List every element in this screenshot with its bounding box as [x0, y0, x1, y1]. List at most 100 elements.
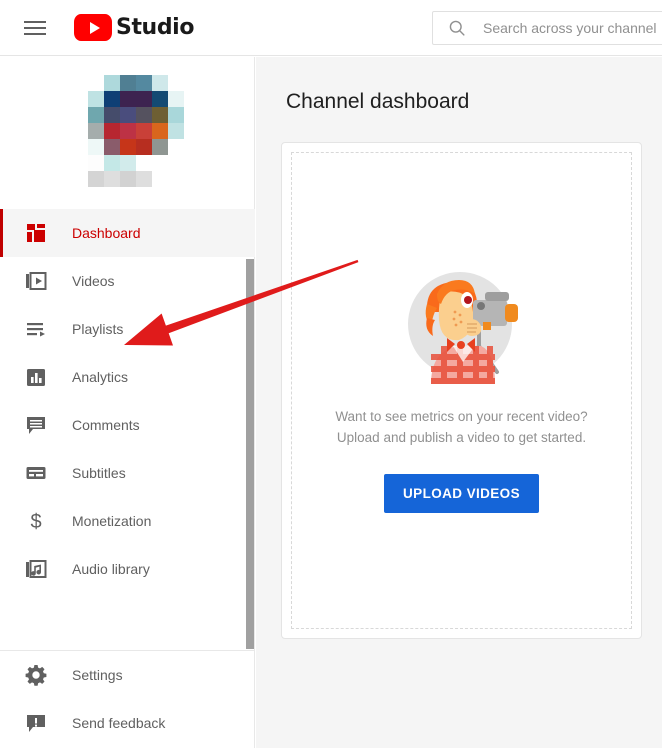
avatar-pixel: [103, 139, 120, 155]
sidebar-item-analytics[interactable]: Analytics: [0, 353, 255, 401]
avatar-pixel: [151, 75, 168, 91]
avatar-pixel: [151, 139, 168, 155]
avatar-pixel: [135, 171, 152, 187]
avatar-pixel: [135, 91, 152, 107]
subtitles-cc-icon: [24, 461, 48, 485]
sidebar-item-comments[interactable]: Comments: [0, 401, 255, 449]
avatar-pixel: [119, 91, 136, 107]
youtube-studio-window: Studio Search across your channel Dashbo…: [0, 0, 662, 748]
svg-text:$: $: [30, 511, 41, 533]
avatar-pixel: [71, 107, 88, 123]
studio-brand-link[interactable]: Studio: [74, 14, 194, 41]
search-placeholder-text: Search across your channel: [483, 20, 657, 36]
hamburger-line: [24, 32, 46, 35]
avatar-pixel: [167, 75, 184, 91]
avatar-pixel: [119, 75, 136, 91]
sidebar-scroll-region: Dashboard Videos Playlists Analytics Com…: [0, 57, 255, 650]
avatar-pixel: [87, 75, 104, 91]
avatar-pixel: [135, 75, 152, 91]
avatar-pixel: [119, 123, 136, 139]
avatar-container: [0, 57, 255, 187]
main-content: Channel dashboard Want to see metrics on…: [256, 57, 662, 748]
avatar-pixel: [151, 155, 168, 171]
sidebar-scrollbar-thumb[interactable]: [246, 259, 254, 649]
sidebar-scrollbar[interactable]: [246, 57, 254, 650]
sidebar-item-label: Analytics: [72, 369, 129, 385]
avatar-pixel: [151, 123, 168, 139]
sidebar-item-audio-library[interactable]: Audio library: [0, 545, 255, 593]
card-dashed-area: Want to see metrics on your recent video…: [291, 152, 632, 629]
avatar-pixel: [87, 107, 104, 123]
sidebar-item-playlists[interactable]: Playlists: [0, 305, 255, 353]
avatar-pixel: [103, 91, 120, 107]
sidebar-item-label: Videos: [72, 273, 115, 289]
avatar-pixel: [103, 123, 120, 139]
avatar-pixel: [71, 123, 88, 139]
sidebar-item-label: Audio library: [72, 561, 150, 577]
analytics-bars-icon: [24, 365, 48, 389]
upload-videos-button[interactable]: UPLOAD VIDEOS: [384, 474, 539, 513]
avatar-pixel: [167, 171, 184, 187]
avatar-pixel: [167, 91, 184, 107]
avatar-pixel: [151, 107, 168, 123]
avatar-pixel: [167, 139, 184, 155]
avatar-pixel: [135, 139, 152, 155]
page-title: Channel dashboard: [286, 90, 470, 113]
comments-bubble-icon: [24, 413, 48, 437]
avatar-pixel: [119, 139, 136, 155]
sidebar-item-label: Comments: [72, 417, 140, 433]
empty-state-line-1: Want to see metrics on your recent video…: [335, 409, 588, 424]
sidebar-bottom-list: Settings Send feedback: [0, 651, 255, 747]
gear-icon: [24, 663, 48, 687]
avatar-pixel: [87, 155, 104, 171]
avatar[interactable]: [71, 75, 184, 187]
play-triangle: [89, 21, 100, 34]
feedback-exclamation-icon: [24, 711, 48, 735]
avatar-pixel: [87, 139, 104, 155]
sidebar-item-videos[interactable]: Videos: [0, 257, 255, 305]
search-input[interactable]: Search across your channel: [432, 11, 662, 45]
dashboard-empty-card: Want to see metrics on your recent video…: [281, 142, 642, 639]
playlist-lines-icon: [24, 317, 48, 341]
dashboard-grid-icon: [24, 221, 48, 245]
avatar-pixel: [103, 171, 120, 187]
youtube-play-logo-icon: [74, 14, 112, 41]
sidebar-item-label: Monetization: [72, 513, 152, 529]
empty-state-line-2: Upload and publish a video to get starte…: [336, 430, 587, 445]
avatar-pixel: [151, 171, 168, 187]
hamburger-line: [24, 26, 46, 29]
avatar-pixel: [87, 91, 104, 107]
sidebar-item-monetization[interactable]: $ Monetization: [0, 497, 255, 545]
dollar-sign-icon: $: [24, 509, 48, 533]
avatar-pixel: [119, 107, 136, 123]
avatar-pixel: [71, 171, 88, 187]
search-icon: [449, 20, 465, 36]
sidebar-nav-list: Dashboard Videos Playlists Analytics Com…: [0, 209, 255, 593]
avatar-pixel: [103, 107, 120, 123]
sidebar-item-send-feedback[interactable]: Send feedback: [0, 699, 255, 747]
brand-label: Studio: [116, 15, 195, 40]
hamburger-line: [24, 20, 46, 23]
hamburger-menu-icon[interactable]: [24, 16, 48, 40]
avatar-pixel: [87, 171, 104, 187]
audio-note-icon: [24, 557, 48, 581]
avatar-pixel: [167, 107, 184, 123]
sidebar-item-label: Subtitles: [72, 465, 126, 481]
avatar-pixel: [71, 155, 88, 171]
avatar-pixel: [151, 91, 168, 107]
avatar-pixel: [135, 107, 152, 123]
avatar-pixel: [87, 123, 104, 139]
sidebar-item-label: Settings: [72, 667, 123, 683]
sidebar-item-label: Send feedback: [72, 715, 166, 731]
sidebar-item-dashboard[interactable]: Dashboard: [0, 209, 255, 257]
sidebar-item-label: Playlists: [72, 321, 124, 337]
avatar-pixel: [103, 155, 120, 171]
sidebar-item-settings[interactable]: Settings: [0, 651, 255, 699]
avatar-pixel: [103, 75, 120, 91]
avatar-pixel: [167, 123, 184, 139]
sidebar-item-subtitles[interactable]: Subtitles: [0, 449, 255, 497]
avatar-pixel: [167, 155, 184, 171]
avatar-pixel: [71, 75, 88, 91]
avatar-pixel: [119, 155, 136, 171]
sidebar: Dashboard Videos Playlists Analytics Com…: [0, 57, 255, 748]
